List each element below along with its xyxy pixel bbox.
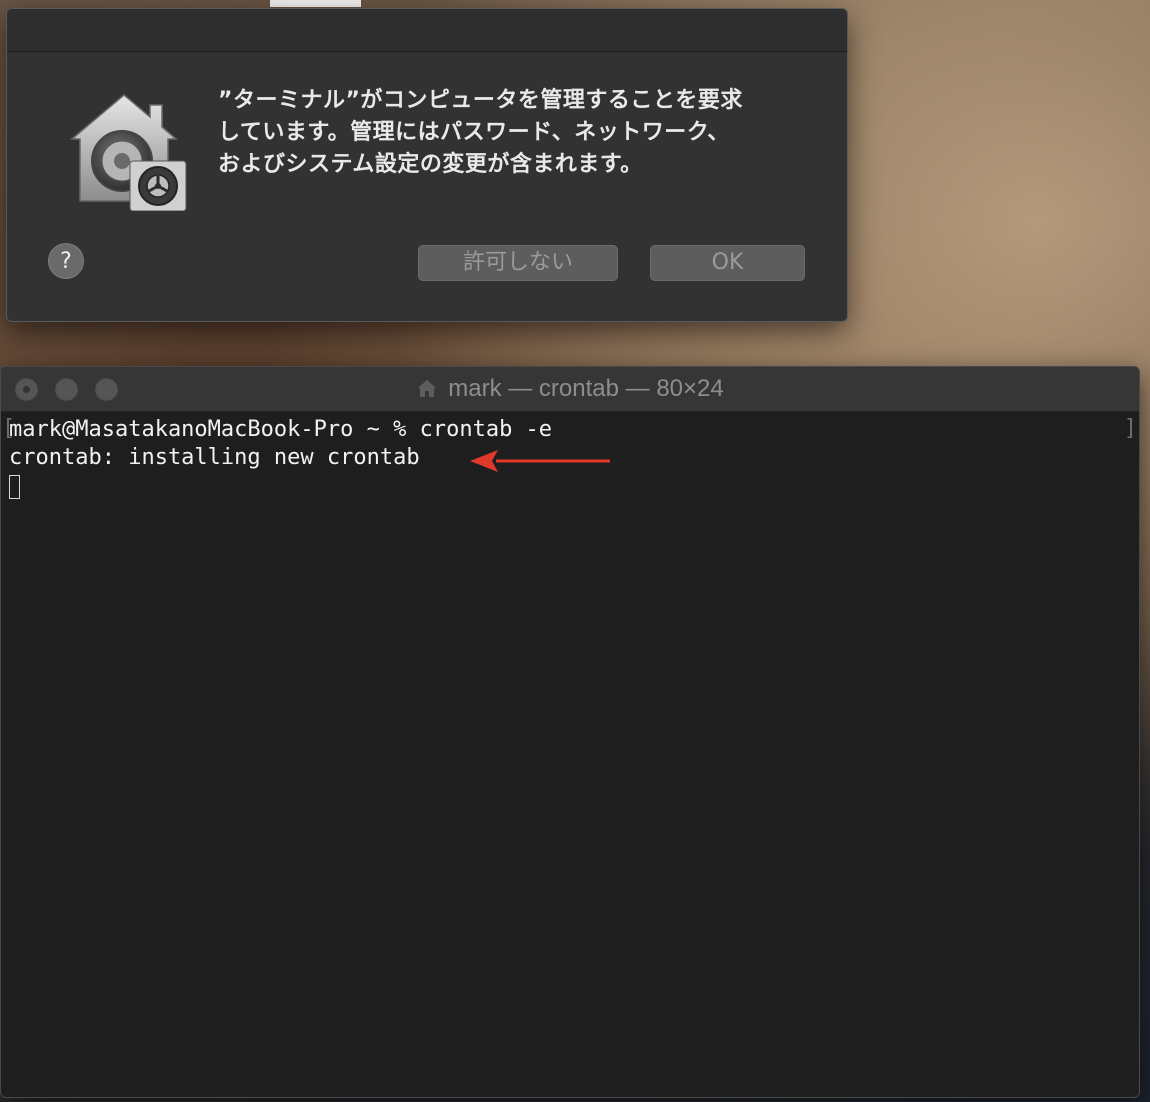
permission-dialog: ”ターミナル”がコンピュータを管理することを要求 しています。管理にはパスワード… — [6, 8, 848, 322]
terminal-cursor-line — [9, 472, 1139, 500]
dialog-message: ”ターミナル”がコンピュータを管理することを要求 しています。管理にはパスワード… — [218, 88, 743, 177]
terminal-window: mark — crontab — 80×24 [ ] mark@Masataka… — [0, 366, 1140, 1098]
ok-button[interactable]: OK — [650, 245, 805, 281]
menu-bar-fragment — [270, 0, 361, 7]
deny-button[interactable]: 許可しない — [418, 245, 618, 281]
window-title: mark — crontab — 80×24 — [1, 367, 1139, 411]
window-title-text: mark — crontab — 80×24 — [448, 375, 724, 402]
terminal-line: mark@MasatakanoMacBook-Pro ~ % crontab -… — [9, 417, 553, 442]
annotation-arrow-icon — [470, 450, 610, 472]
lock-house-gear-icon — [69, 94, 187, 211]
home-icon — [418, 380, 437, 397]
terminal-output[interactable]: mark@MasatakanoMacBook-Pro ~ % crontab -… — [1, 412, 1139, 1097]
help-button[interactable]: ? — [48, 243, 84, 279]
dialog-titlebar — [7, 9, 847, 52]
terminal-titlebar[interactable]: mark — crontab — 80×24 — [1, 367, 1139, 412]
text-cursor — [9, 475, 20, 499]
